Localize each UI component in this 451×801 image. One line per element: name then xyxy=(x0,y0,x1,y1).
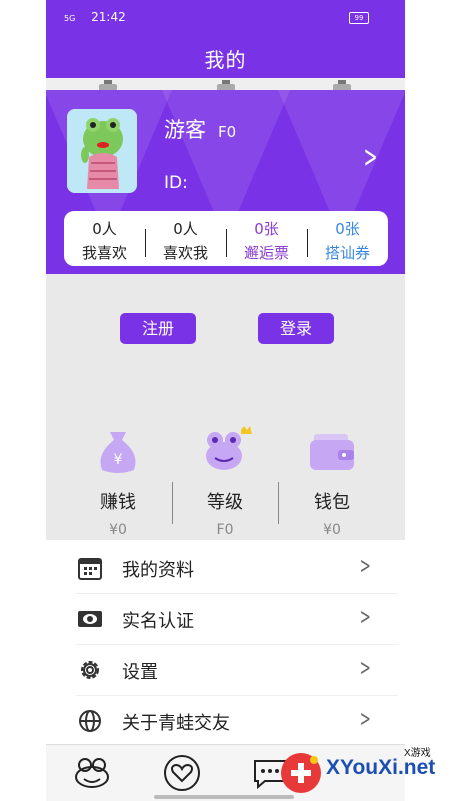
status-time: 21:42 xyxy=(91,10,126,24)
username: 游客 xyxy=(164,118,206,142)
frog-avatar-icon xyxy=(67,109,137,193)
feature-name: 钱包 xyxy=(314,492,350,513)
menu-item-label: 设置 xyxy=(122,662,158,683)
watermark-brand: XYouXi.net xyxy=(326,756,436,779)
stat-value: 0张 xyxy=(254,220,279,238)
avatar[interactable] xyxy=(67,109,137,193)
feature-value: ¥0 xyxy=(323,522,341,538)
feature-value: F0 xyxy=(216,522,234,538)
user-level: F0 xyxy=(218,123,237,141)
svg-text:¥: ¥ xyxy=(114,452,123,468)
chevron-right-icon: > xyxy=(359,605,371,630)
money-bag-icon: ¥ xyxy=(90,424,146,478)
feature-wallet[interactable]: 钱包 ¥0 xyxy=(277,424,387,538)
account-section: 注册 登录 ¥ 赚钱 ¥0 等级 F0 钱包 ¥0 xyxy=(46,274,405,540)
register-button[interactable]: 注册 xyxy=(120,313,196,344)
tab-frog[interactable] xyxy=(72,753,112,793)
menu-list: 我的资料 > 实名认证 > 设置 > 关于青蛙交友 > xyxy=(46,540,405,747)
stats-card: 0人 我喜欢 0人 喜欢我 0张 邂逅票 0张 搭讪券 xyxy=(64,211,388,266)
battery-icon: 99 xyxy=(349,12,369,24)
feature-level[interactable]: 等级 F0 xyxy=(170,424,280,538)
stat-label: 喜欢我 xyxy=(162,244,208,262)
globe-icon xyxy=(76,708,104,734)
feature-name: 等级 xyxy=(207,492,243,513)
chevron-right-icon: > xyxy=(359,707,371,732)
heart-icon xyxy=(164,755,200,791)
menu-item-label: 关于青蛙交友 xyxy=(122,713,230,734)
frog-icon xyxy=(75,758,109,788)
menu-item-label: 我的资料 xyxy=(122,560,194,581)
stat-encounter-tickets[interactable]: 0张 邂逅票 xyxy=(226,211,307,266)
stat-value: 0人 xyxy=(173,220,198,238)
menu-item-profile[interactable]: 我的资料 > xyxy=(76,542,398,594)
tab-favorites[interactable] xyxy=(162,753,202,793)
stat-likes-me[interactable]: 0人 喜欢我 xyxy=(145,211,226,266)
page-title: 我的 xyxy=(204,48,247,72)
profile-section[interactable]: 游客 F0 ID: > 0人 我喜欢 0人 喜欢我 0张 邂逅票 0张 搭讪券 xyxy=(46,90,405,274)
eye-card-icon xyxy=(76,606,104,632)
menu-item-settings[interactable]: 设置 > xyxy=(76,644,398,696)
feature-earn-money[interactable]: ¥ 赚钱 ¥0 xyxy=(63,424,173,538)
network-indicator: 5G xyxy=(64,14,76,23)
stat-value: 0人 xyxy=(92,220,117,238)
stat-chat-coupons[interactable]: 0张 搭讪券 xyxy=(307,211,388,266)
stat-value: 0张 xyxy=(335,220,360,238)
user-id-label: ID: xyxy=(164,173,188,193)
stat-label: 我喜欢 xyxy=(81,244,127,262)
stat-label: 搭讪券 xyxy=(324,244,370,262)
stat-i-like[interactable]: 0人 我喜欢 xyxy=(64,211,145,266)
wallet-icon xyxy=(304,424,360,478)
gear-icon xyxy=(76,657,104,683)
stat-label: 邂逅票 xyxy=(243,244,289,262)
chevron-right-icon: > xyxy=(359,554,371,579)
feature-name: 赚钱 xyxy=(100,492,136,513)
status-bar: 5G 21:42 99 xyxy=(46,0,405,36)
chevron-right-icon: > xyxy=(359,656,371,681)
status-left: 5G 21:42 xyxy=(64,10,126,24)
menu-item-verification[interactable]: 实名认证 > xyxy=(76,593,398,645)
app-header: 我的 xyxy=(46,36,405,78)
menu-item-about[interactable]: 关于青蛙交友 > xyxy=(76,695,398,747)
frog-crown-icon xyxy=(197,424,253,478)
feature-value: ¥0 xyxy=(109,522,127,538)
menu-item-label: 实名认证 xyxy=(122,611,194,632)
calendar-icon xyxy=(76,555,104,581)
gamepad-logo-icon xyxy=(281,753,321,793)
login-button[interactable]: 登录 xyxy=(258,313,334,344)
watermark: X游戏 XYouXi.net xyxy=(270,744,451,801)
app-frame: 5G 21:42 99 我的 游客 F0 ID: > 0人 我喜欢 0人 喜欢我… xyxy=(46,0,405,801)
chevron-right-icon[interactable]: > xyxy=(364,140,378,175)
